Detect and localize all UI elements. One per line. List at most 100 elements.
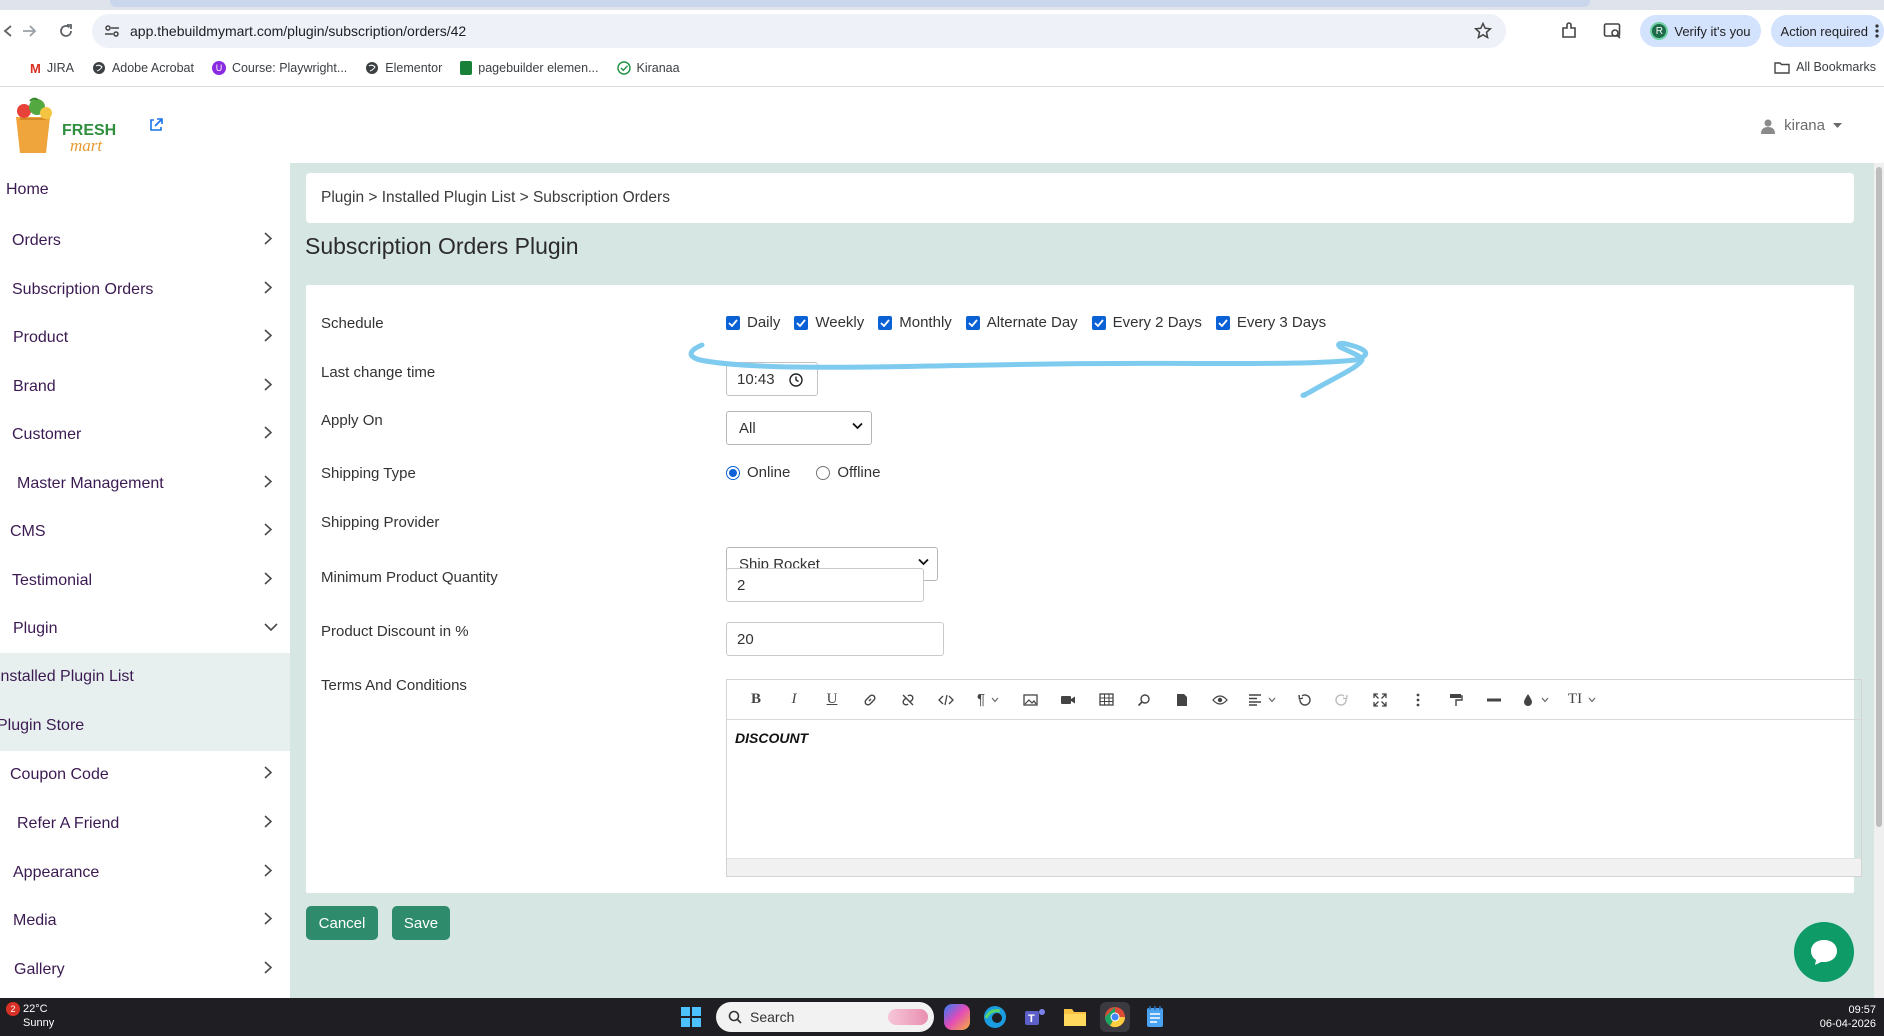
file-icon[interactable] xyxy=(1163,685,1201,715)
cancel-button[interactable]: Cancel xyxy=(306,906,378,940)
video-icon[interactable] xyxy=(1049,685,1087,715)
edge-browser-icon[interactable] xyxy=(980,1002,1010,1032)
all-bookmarks[interactable]: All Bookmarks xyxy=(1774,60,1876,74)
italic-icon[interactable]: I xyxy=(775,685,813,715)
bold-icon[interactable]: B xyxy=(737,685,775,715)
checkbox-checked-icon[interactable] xyxy=(726,315,740,330)
bookmark-course[interactable]: U Course: Playwright... xyxy=(211,61,347,75)
sidebar-item-customer[interactable]: Customer xyxy=(0,413,290,457)
underline-icon[interactable]: U xyxy=(813,685,851,715)
user-menu[interactable]: kirana xyxy=(1760,117,1842,134)
forward-arrow-icon[interactable] xyxy=(14,15,46,47)
sidebar-item-plugin[interactable]: Plugin xyxy=(0,607,290,651)
format-painter-icon[interactable] xyxy=(1437,685,1475,715)
action-required-chip[interactable]: Action required xyxy=(1770,15,1884,47)
sidebar-item-orders[interactable]: Orders xyxy=(0,219,290,263)
checkbox-checked-icon[interactable] xyxy=(1215,315,1230,330)
windows-start-icon[interactable] xyxy=(676,1002,706,1032)
unlink-icon[interactable] xyxy=(889,685,927,715)
sidebar-item-label: CMS xyxy=(10,523,46,540)
scrollbar-thumb[interactable] xyxy=(1876,167,1882,827)
file-explorer-icon[interactable] xyxy=(1060,1002,1090,1032)
schedule-option-every-2-days[interactable]: Every 2 Days xyxy=(1091,314,1202,331)
save-button[interactable]: Save xyxy=(392,906,450,940)
page-scrollbar[interactable] xyxy=(1874,163,1884,998)
min-quantity-input[interactable]: 2 xyxy=(726,568,924,602)
teams-icon[interactable]: T xyxy=(1020,1002,1050,1032)
notepad-icon[interactable] xyxy=(1140,1002,1170,1032)
shipping-type-offline[interactable]: Offline xyxy=(816,464,880,481)
product-discount-input[interactable]: 20 xyxy=(726,622,944,656)
sidebar-item-testimonial[interactable]: Testimonial xyxy=(0,559,290,603)
find-icon[interactable] xyxy=(1125,685,1163,715)
tab-search-icon[interactable] xyxy=(1596,14,1630,48)
chat-widget-button[interactable] xyxy=(1794,922,1854,982)
schedule-option-alternate-day[interactable]: Alternate Day xyxy=(965,314,1078,331)
chrome-icon[interactable] xyxy=(1100,1002,1130,1032)
schedule-option-daily[interactable]: Daily xyxy=(726,314,780,331)
more-options-icon[interactable] xyxy=(1399,685,1437,715)
code-icon[interactable] xyxy=(927,685,965,715)
sidebar-item-installed-plugin-list[interactable]: Installed Plugin List xyxy=(0,653,290,701)
sidebar-item-subscription-orders[interactable]: Subscription Orders xyxy=(0,268,290,312)
url-text[interactable]: app.thebuildmymart.com/plugin/subscripti… xyxy=(130,23,466,39)
bookmark-kiranaa[interactable]: Kiranaa xyxy=(616,61,680,75)
checkbox-checked-icon[interactable] xyxy=(965,315,980,330)
preview-eye-icon[interactable] xyxy=(1201,685,1239,715)
verify-identity-chip[interactable]: R Verify it's you xyxy=(1640,15,1761,47)
sidebar-item-master-management[interactable]: Master Management xyxy=(0,462,290,506)
checkbox-checked-icon[interactable] xyxy=(1091,315,1106,330)
bookmark-star-icon[interactable] xyxy=(1474,22,1492,40)
last-change-time-input[interactable]: 10:43 xyxy=(726,362,818,396)
system-clock[interactable]: 09:57 06-04-2026 xyxy=(1820,1003,1876,1031)
schedule-option-every-3-days[interactable]: Every 3 Days xyxy=(1215,314,1326,331)
apply-on-select[interactable]: All xyxy=(726,411,872,445)
sidebar-item-cms[interactable]: CMS xyxy=(0,510,290,554)
undo-icon[interactable] xyxy=(1285,685,1323,715)
extensions-icon[interactable] xyxy=(1552,14,1586,48)
bookmark-adobe[interactable]: Adobe Acrobat xyxy=(92,61,194,75)
fresh-mart-logo[interactable]: FRESH mart xyxy=(10,97,120,155)
site-info-icon[interactable] xyxy=(104,24,120,38)
schedule-option-monthly[interactable]: Monthly xyxy=(878,314,952,331)
radio-selected-icon[interactable] xyxy=(726,465,740,480)
editor-content[interactable]: DISCOUNT xyxy=(727,720,1861,858)
external-link-icon[interactable] xyxy=(148,117,164,133)
redo-icon[interactable] xyxy=(1323,685,1361,715)
shipping-type-online[interactable]: Online xyxy=(726,464,790,481)
sidebar-item-refer-a-friend[interactable]: Refer A Friend xyxy=(0,802,290,846)
sidebar-item-home[interactable]: Home xyxy=(0,168,290,212)
active-tab[interactable] xyxy=(110,0,1590,7)
image-icon[interactable] xyxy=(1011,685,1049,715)
radio-unselected-icon[interactable] xyxy=(816,465,831,480)
sidebar-item-coupon-code[interactable]: Coupon Code xyxy=(0,753,290,797)
checkbox-checked-icon[interactable] xyxy=(794,315,809,330)
more-vertical-icon[interactable] xyxy=(1874,23,1880,39)
bookmark-pagebuilder[interactable]: pagebuilder elemen... xyxy=(460,61,599,75)
sidebar-item-media[interactable]: Media xyxy=(0,899,290,943)
horizontal-rule-icon[interactable] xyxy=(1475,685,1513,715)
clock-icon[interactable] xyxy=(789,373,803,387)
sidebar-item-brand[interactable]: Brand xyxy=(0,365,290,409)
link-icon[interactable] xyxy=(851,685,889,715)
omnibox[interactable]: app.thebuildmymart.com/plugin/subscripti… xyxy=(92,14,1506,48)
sidebar-item-gallery[interactable]: Gallery xyxy=(0,948,290,992)
font-size-dropdown-icon[interactable]: TI xyxy=(1559,685,1605,715)
align-dropdown-icon[interactable] xyxy=(1239,685,1285,715)
bookmark-elementor[interactable]: Elementor xyxy=(365,61,442,75)
sidebar-item-plugin-store[interactable]: Plugin Store xyxy=(0,701,290,751)
fullscreen-icon[interactable] xyxy=(1361,685,1399,715)
text-color-dropdown-icon[interactable] xyxy=(1513,685,1559,715)
checkbox-checked-icon[interactable] xyxy=(878,315,893,330)
sidebar-item-product[interactable]: Product xyxy=(0,316,290,360)
copilot-icon[interactable] xyxy=(944,1004,970,1030)
table-icon[interactable] xyxy=(1087,685,1125,715)
bookmark-jira[interactable]: M JIRA xyxy=(30,61,74,76)
taskbar-search[interactable]: Search xyxy=(716,1002,934,1032)
schedule-option-weekly[interactable]: Weekly xyxy=(794,314,864,331)
paragraph-dropdown-icon[interactable]: ¶ xyxy=(965,685,1011,715)
reload-icon[interactable] xyxy=(50,15,82,47)
sidebar-item-appearance[interactable]: Appearance xyxy=(0,851,290,895)
weather-widget[interactable]: 2 22°C Sunny xyxy=(6,1002,54,1030)
breadcrumb-text[interactable]: Plugin > Installed Plugin List > Subscri… xyxy=(321,189,670,207)
